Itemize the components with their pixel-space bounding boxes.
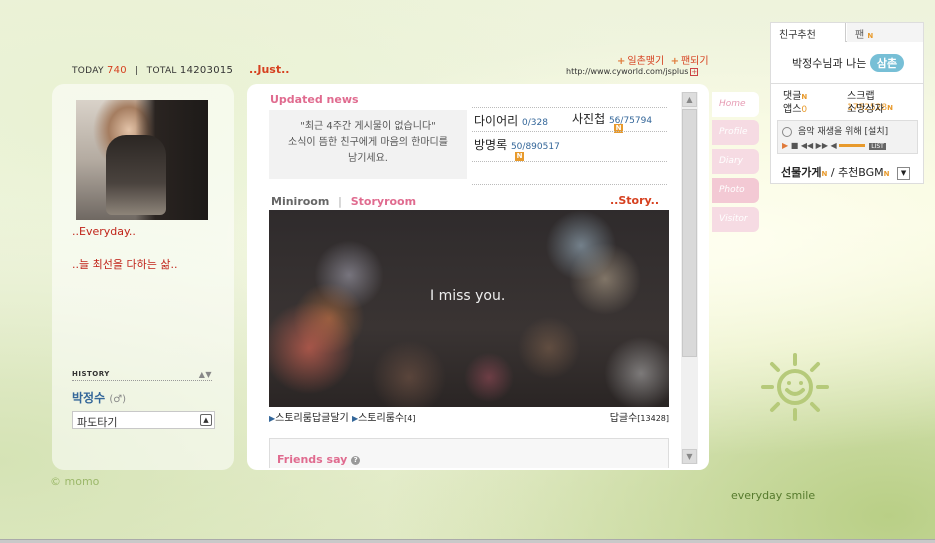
- total-label: TOTAL: [146, 66, 177, 76]
- tab-miniroom[interactable]: Miniroom: [271, 195, 329, 208]
- owner-gender: (♂): [109, 394, 127, 405]
- new-badge: N: [867, 32, 874, 40]
- history-label: HISTORY: [72, 370, 110, 378]
- story-label: ..Story..: [610, 194, 660, 207]
- miniroom-caption: I miss you.: [430, 288, 506, 304]
- miniroom-image[interactable]: I miss you.: [269, 210, 669, 407]
- diary-stat[interactable]: 다이어리 0/328: [474, 112, 548, 129]
- chevron-down-icon[interactable]: ▼: [897, 166, 911, 180]
- story-count-link[interactable]: 스토리룸수: [358, 413, 404, 424]
- scroll-thumb[interactable]: [682, 109, 697, 357]
- everyday-smile-text: everyday smile: [731, 489, 816, 502]
- music-track[interactable]: 음악 재생을 위해 [설치]: [782, 124, 888, 137]
- player-controls: ▶ ■ ◀◀ ▶▶ ◀ LIST: [782, 141, 886, 150]
- profile-photo[interactable]: [76, 100, 208, 220]
- list-button[interactable]: LIST: [869, 143, 886, 150]
- cd-icon: [782, 126, 792, 137]
- smiley-sun-icon: [761, 353, 829, 421]
- momo-logo: © momo: [50, 475, 100, 488]
- relation-text: 박정수님과 나는 삼촌: [792, 54, 905, 72]
- scroll-up-icon[interactable]: ▲: [682, 92, 697, 107]
- photo-stat[interactable]: 사진첩 56/75794: [572, 110, 652, 127]
- total-count: 14203015: [179, 65, 234, 76]
- profile-motto: ..늘 최선을 다하는 삶..: [72, 258, 178, 271]
- stats-box: 다이어리 0/328 사진첩 56/75794 N 방명록 50/890517 …: [472, 107, 667, 185]
- help-icon[interactable]: ?: [351, 455, 361, 465]
- updated-news-box: "최근 4주간 게시물이 없습니다" 소식이 뜸한 친구에게 마음의 한마디를 …: [269, 110, 467, 179]
- tab-visitor[interactable]: Visitor: [712, 207, 759, 232]
- friends-say-title: Friends say ?: [277, 453, 361, 466]
- miniroom-footer: ▶스토리룸답글달기 ▶스토리룸수[4] 답글수[13428]: [269, 409, 669, 424]
- today-label: TODAY: [72, 66, 104, 76]
- history-toggle-icon[interactable]: ▲▼: [199, 370, 212, 379]
- relation-badge: 삼촌: [869, 54, 905, 72]
- scroll-down-icon[interactable]: ▼: [682, 449, 697, 464]
- home-url: http://www.cyworld.com/jsplus +: [566, 67, 699, 76]
- profile-headline: ..Everyday..: [72, 225, 136, 238]
- apps-item[interactable]: 앱스0: [783, 100, 807, 115]
- main-scrollbar[interactable]: ▲ ▼: [681, 92, 698, 464]
- today-count: 740: [106, 65, 127, 76]
- guestbook-new-badge: N: [515, 152, 524, 161]
- volume-icon: ◀: [830, 141, 837, 150]
- tab-fan[interactable]: 팬 N: [847, 23, 923, 42]
- updated-news-title: Updated news: [270, 93, 359, 106]
- page-title: ..Just..: [249, 63, 290, 76]
- play-icon[interactable]: ▶: [782, 141, 788, 150]
- history-header[interactable]: ▲▼ HISTORY: [72, 370, 212, 381]
- miniroom-tabs: Miniroom | Storyroom: [271, 195, 417, 208]
- ilchon-link[interactable]: 일촌맺기: [627, 56, 664, 67]
- gift-shop-link[interactable]: 선물가게: [781, 166, 821, 179]
- wave-select[interactable]: 파도타기 ▲: [72, 411, 215, 429]
- top-links: + 일촌맺기 + 팬되기: [617, 56, 709, 67]
- wave-select-value: 파도타기: [77, 416, 118, 429]
- chevron-up-icon[interactable]: ▲: [200, 414, 212, 426]
- tab-home[interactable]: Home: [712, 92, 759, 117]
- visit-counter: TODAY 740 | TOTAL 14203015: [72, 65, 234, 76]
- owner-name: 박정수 (♂): [72, 391, 127, 405]
- sidebar-tabs: 친구추천 팬 N: [771, 23, 923, 42]
- tab-profile[interactable]: Profile: [712, 120, 759, 145]
- reply-count: 답글수[13428]: [609, 413, 669, 424]
- recommend-bgm-link[interactable]: 추천BGM: [838, 166, 884, 179]
- tab-photo[interactable]: Photo: [712, 178, 759, 203]
- gift-row: 선물가게N / 추천BGMN ▼: [781, 164, 911, 180]
- tab-storyroom[interactable]: Storyroom: [351, 195, 416, 208]
- volume-slider[interactable]: [838, 144, 865, 147]
- window-bottom-edge: [0, 539, 935, 543]
- next-icon[interactable]: ▶▶: [816, 141, 828, 150]
- add-url-icon[interactable]: +: [690, 67, 699, 76]
- tab-friend-recommend[interactable]: 친구추천: [771, 23, 846, 42]
- wish-box-item[interactable]: 소망상자: [847, 100, 884, 115]
- sidebar-panel: 친구추천 팬 N 박정수님과 나는 삼촌 댓글N 스크랩 1752528N 앱스…: [770, 22, 924, 184]
- music-player: 음악 재생을 위해 [설치] ▶ ■ ◀◀ ▶▶ ◀ LIST: [777, 120, 918, 154]
- guestbook-stat[interactable]: 방명록 50/890517: [474, 136, 560, 153]
- tab-diary[interactable]: Diary: [712, 149, 759, 174]
- sidebar-stats: 댓글N 스크랩 1752528N 앱스0 소망상자: [771, 83, 923, 115]
- story-reply-link[interactable]: 스토리룸답글달기: [275, 413, 349, 424]
- prev-icon[interactable]: ◀◀: [801, 141, 813, 150]
- stop-icon[interactable]: ■: [791, 141, 799, 150]
- fan-link[interactable]: 팬되기: [681, 56, 709, 67]
